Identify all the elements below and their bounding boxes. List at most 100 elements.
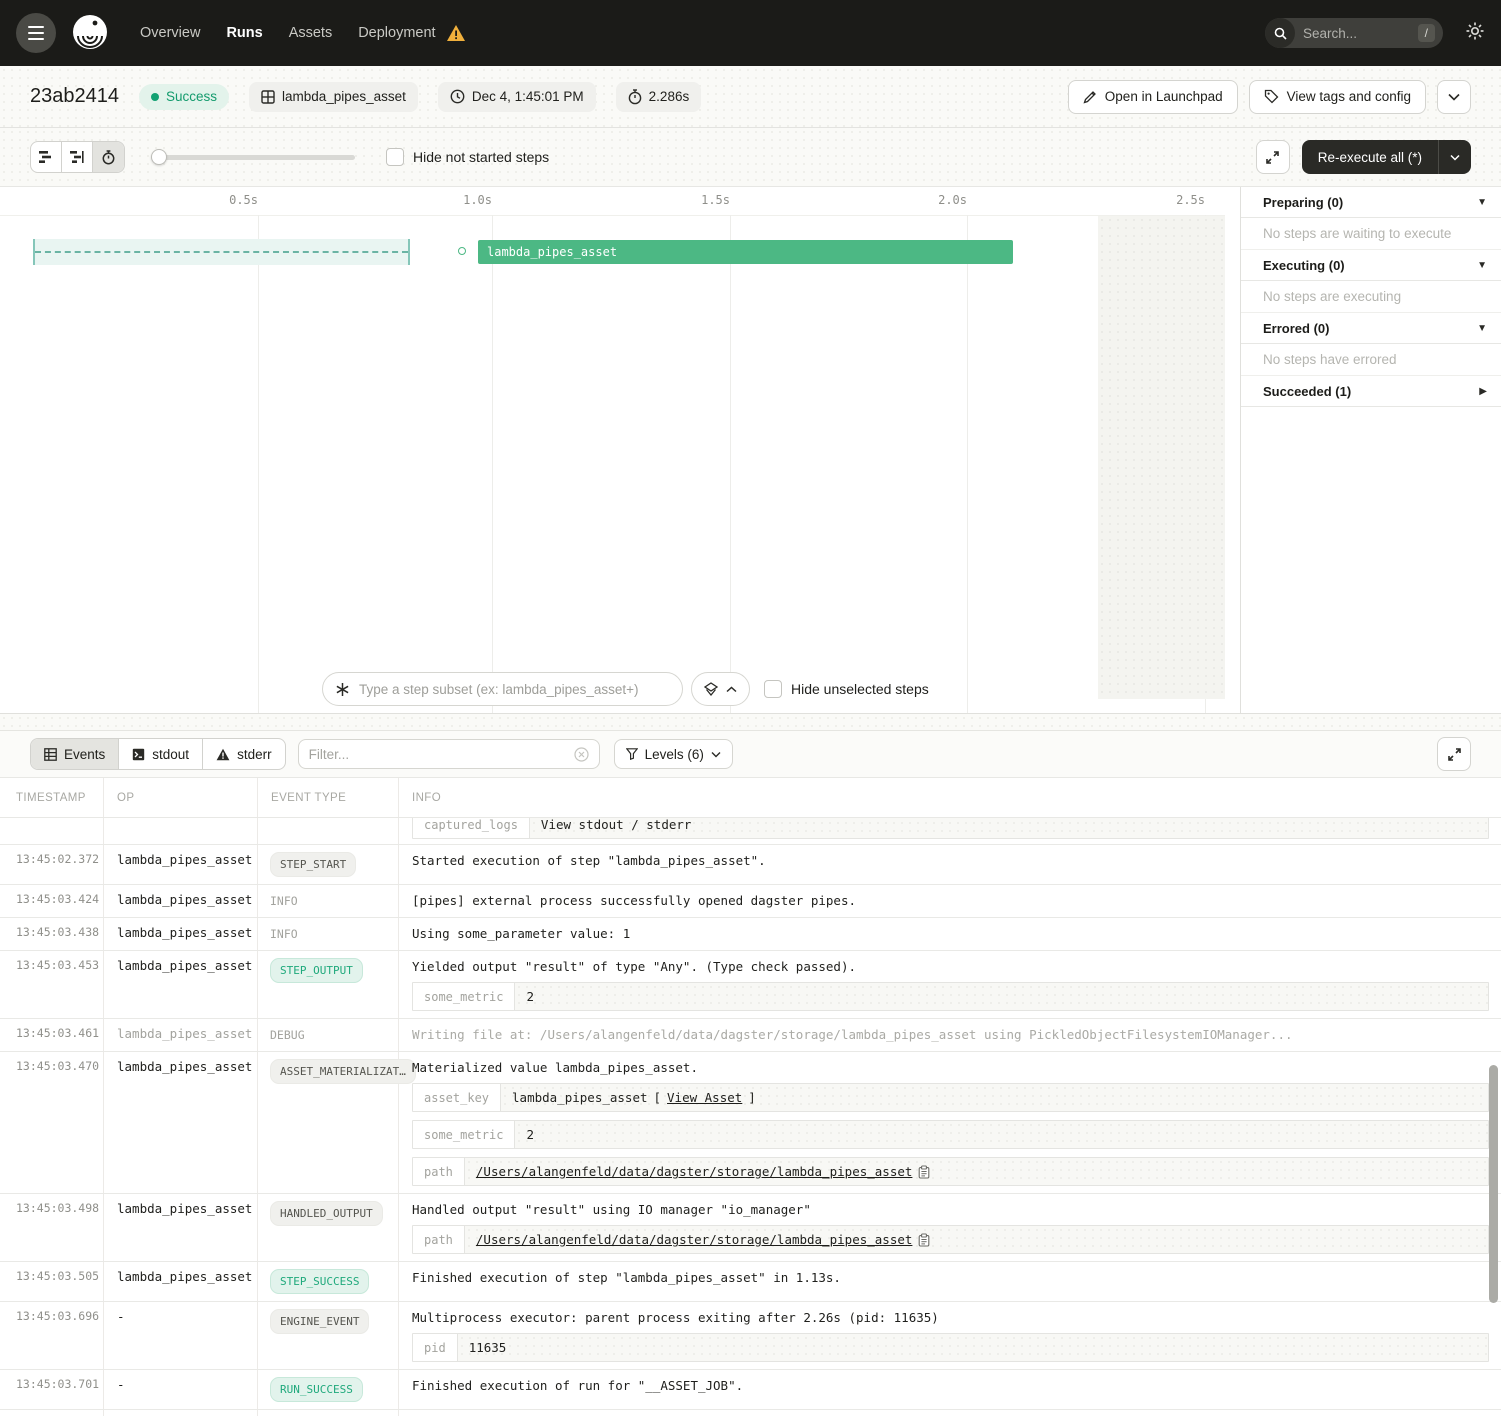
log-row[interactable]: 13:45:03.505lambda_pipes_assetSTEP_SUCCE… (0, 1262, 1501, 1302)
view-mode-waterfall-icon[interactable] (62, 142, 93, 172)
metadata-link[interactable]: /Users/alangenfeld/data/dagster/storage/… (476, 1232, 913, 1247)
metadata-key: captured_logs (413, 818, 530, 838)
step-start-marker-icon[interactable] (458, 247, 466, 255)
log-info-text: Writing file at: /Users/alangenfeld/data… (412, 1026, 1489, 1042)
log-row[interactable]: 13:45:03.701-RUN_SUCCESSFinished executi… (0, 1370, 1501, 1410)
slider-handle[interactable] (151, 149, 167, 165)
log-event-type: DEBUG (258, 1019, 399, 1051)
nav-item-overview[interactable]: Overview (140, 25, 200, 41)
copy-icon[interactable] (918, 1165, 930, 1179)
step-subset-box[interactable] (322, 672, 683, 706)
log-event-type: STEP_SUCCESS (258, 1262, 399, 1301)
log-info: Finished execution of step "lambda_pipes… (399, 1262, 1501, 1301)
sidebar-empty-text: No steps are waiting to execute (1241, 218, 1501, 250)
log-row[interactable]: 13:45:03.438lambda_pipes_assetINFOUsing … (0, 918, 1501, 951)
log-row[interactable]: 13:45:03.424lambda_pipes_assetINFO[pipes… (0, 885, 1501, 918)
gantt-fullscreen-button[interactable] (1256, 140, 1290, 174)
log-timestamp: 13:45:03.438 (0, 918, 104, 950)
view-mode-timed-icon[interactable] (93, 142, 124, 172)
log-op: lambda_pipes_asset (104, 918, 258, 950)
pencil-icon (1083, 90, 1097, 104)
nav-item-runs[interactable]: Runs (226, 25, 262, 41)
settings-gear-icon[interactable] (1465, 21, 1485, 46)
open-in-launchpad-button[interactable]: Open in Launchpad (1068, 80, 1238, 114)
reexecute-split-button: Re-execute all (*) (1302, 140, 1471, 174)
metadata-text: View stdout / stderr (541, 818, 692, 832)
log-event-type: STEP_START (258, 845, 399, 884)
run-job-pill[interactable]: lambda_pipes_asset (249, 82, 418, 112)
log-row[interactable]: 13:45:03.696-ENGINE_EVENTMultiprocess ex… (0, 1302, 1501, 1370)
run-duration-pill[interactable]: 2.286s (616, 82, 702, 112)
sidebar-section-succeeded[interactable]: Succeeded (1) ▶ (1241, 376, 1501, 407)
search-input[interactable] (1303, 26, 1403, 41)
hamburger-menu-icon[interactable] (16, 13, 56, 53)
sidebar-section-executing[interactable]: Executing (0) ▼ (1241, 250, 1501, 281)
hide-unselected-checkbox[interactable] (764, 680, 782, 698)
events-table-icon (44, 748, 57, 761)
metadata-value: View stdout / stderr (530, 818, 1488, 838)
log-row[interactable]: 13:45:03.716-ENGINE_EVENTProcess for run… (0, 1410, 1501, 1416)
clear-filter-icon[interactable] (574, 747, 589, 762)
metadata-link[interactable]: View Asset (667, 1090, 742, 1105)
global-search[interactable]: / (1265, 18, 1443, 48)
nav-item-assets[interactable]: Assets (289, 25, 333, 41)
log-row[interactable]: 13:45:03.461lambda_pipes_assetDEBUGWriti… (0, 1019, 1501, 1052)
run-start-time-pill[interactable]: Dec 4, 1:45:01 PM (438, 82, 596, 112)
log-row[interactable]: 13:45:02.372lambda_pipes_assetSTEP_START… (0, 845, 1501, 885)
log-timestamp: 13:45:03.470 (0, 1052, 104, 1193)
log-row[interactable]: captured_logs View stdout / stderr (0, 818, 1501, 845)
log-filter-input[interactable] (309, 747, 574, 762)
log-op (104, 818, 258, 845)
copy-icon[interactable] (918, 1233, 930, 1247)
event-type-badge: STEP_OUTPUT (270, 958, 363, 983)
reexecute-dropdown-button[interactable] (1439, 140, 1471, 174)
log-info-text: Finished execution of step "lambda_pipes… (412, 1269, 1489, 1285)
tab-events[interactable]: Events (31, 739, 119, 769)
event-type-badge: STEP_START (270, 852, 356, 877)
log-timestamp: 13:45:02.372 (0, 845, 104, 884)
deployment-warning-icon[interactable] (446, 24, 466, 42)
log-row[interactable]: 13:45:03.453lambda_pipes_assetSTEP_OUTPU… (0, 951, 1501, 1019)
op-selector-icon (335, 682, 350, 697)
sidebar-section-preparing[interactable]: Preparing (0) ▼ (1241, 187, 1501, 218)
logs-fullscreen-button[interactable] (1437, 737, 1471, 771)
gantt-step-bar[interactable]: lambda_pipes_asset (478, 240, 1013, 264)
axis-tick: 1.0s (463, 193, 492, 207)
chevron-down-icon (711, 751, 721, 758)
reexecute-all-button[interactable]: Re-execute all (*) (1302, 140, 1438, 174)
axis-tick: 1.5s (701, 193, 730, 207)
log-info-text: Yielded output "result" of type "Any". (… (412, 958, 1489, 974)
view-tags-config-button[interactable]: View tags and config (1249, 80, 1426, 114)
step-subset-input[interactable] (359, 682, 670, 697)
logs-vertical-scrollbar[interactable] (1489, 1065, 1498, 1303)
metadata-entry: some_metric2 (412, 1120, 1489, 1149)
nav-item-deployment[interactable]: Deployment (358, 25, 435, 41)
hide-not-started-checkbox[interactable] (386, 148, 404, 166)
log-row[interactable]: 13:45:03.470lambda_pipes_assetASSET_MATE… (0, 1052, 1501, 1194)
log-event-type (258, 818, 399, 845)
levels-filter-button[interactable]: Levels (6) (614, 739, 733, 769)
metadata-text: ] (748, 1090, 756, 1105)
top-nav: Overview Runs Assets Deployment / (0, 0, 1501, 66)
log-row[interactable]: 13:45:03.498lambda_pipes_assetHANDLED_OU… (0, 1194, 1501, 1262)
panel-resize-handle[interactable] (0, 713, 1501, 731)
metadata-link[interactable]: /Users/alangenfeld/data/dagster/storage/… (476, 1164, 913, 1179)
log-event-type: STEP_OUTPUT (258, 951, 399, 1018)
tab-stderr[interactable]: stderr (203, 739, 285, 769)
dagster-logo-icon[interactable] (68, 11, 112, 55)
metadata-text: lambda_pipes_asset (512, 1090, 647, 1105)
log-info: Started execution of step "lambda_pipes_… (399, 845, 1501, 884)
graph-query-toggle-button[interactable] (691, 672, 750, 706)
run-status-badge[interactable]: Success (139, 84, 229, 110)
log-info: Process for run exited (pid: 11635). (399, 1410, 1501, 1416)
gantt-chart[interactable]: 0.5s 1.0s 1.5s 2.0s 2.5s lambda_pipes_as… (0, 187, 1240, 713)
tab-stdout[interactable]: stdout (119, 739, 203, 769)
chevron-up-icon (726, 686, 737, 693)
sidebar-section-errored[interactable]: Errored (0) ▼ (1241, 313, 1501, 344)
log-filter-box[interactable] (298, 739, 600, 769)
run-actions-dropdown-button[interactable] (1437, 80, 1471, 114)
view-mode-flat-icon[interactable] (31, 142, 62, 172)
column-header-timestamp: TIMESTAMP (0, 778, 104, 817)
gantt-zoom-slider[interactable] (151, 149, 355, 165)
gantt-view-mode-group (30, 141, 125, 173)
